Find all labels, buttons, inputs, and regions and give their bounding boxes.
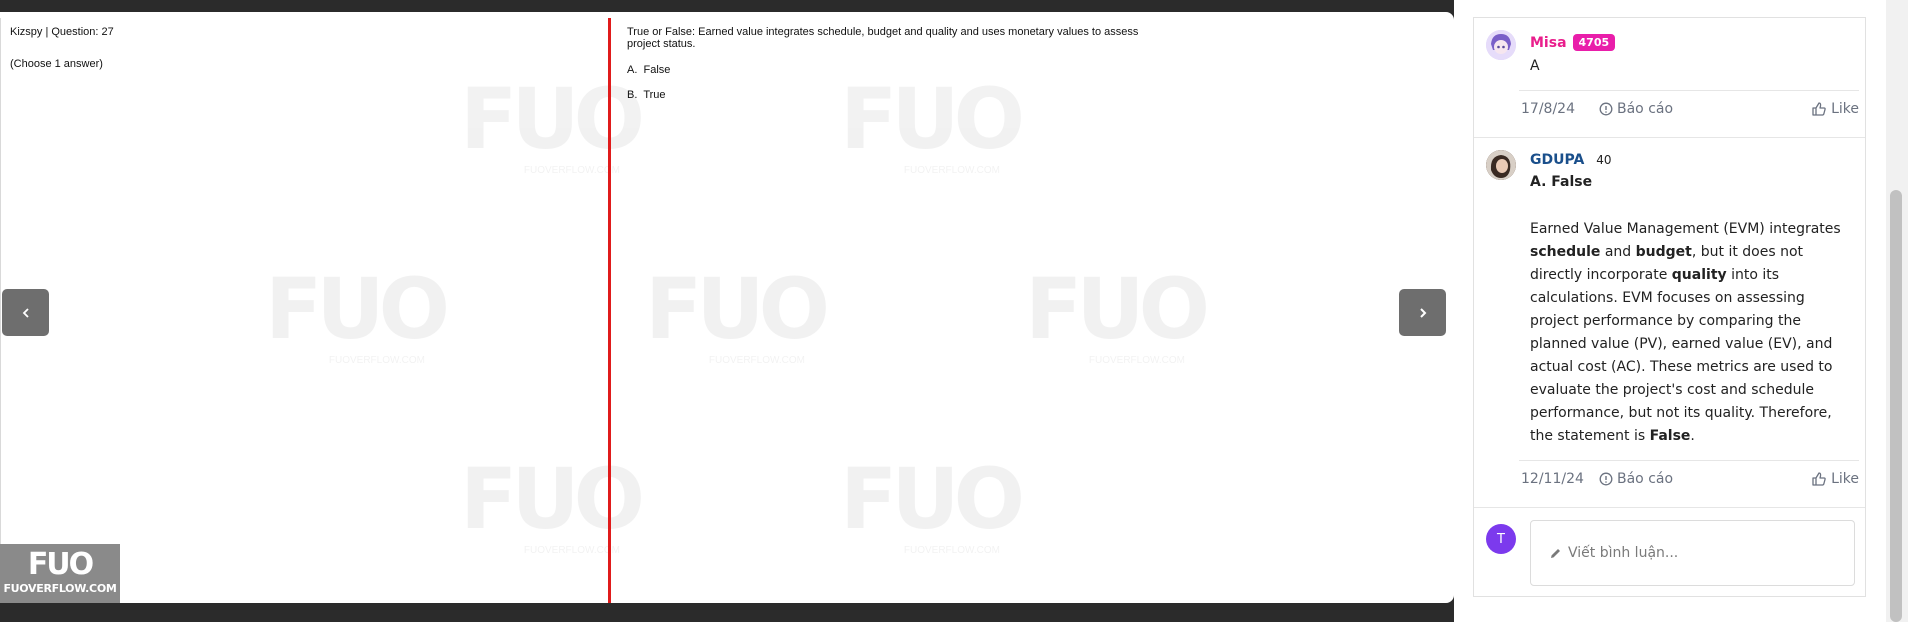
comment-body: A: [1530, 58, 1540, 74]
reputation-badge: 4705: [1572, 34, 1616, 51]
pencil-icon: [1551, 548, 1560, 558]
like-button[interactable]: Like: [1811, 101, 1859, 117]
question-meta-pane: Kizspy | Question: 27 (Choose 1 answer): [0, 18, 608, 603]
comment-input[interactable]: Viết bình luận...: [1530, 520, 1855, 586]
comment-item: GDUPA 40 A. False Earned Value Managemen…: [1474, 138, 1865, 508]
option-a: A. False: [627, 64, 670, 76]
fuoverflow-logo: FUO FUOVERFLOW.COM: [0, 544, 120, 603]
chevron-right-icon: [1419, 307, 1426, 318]
question-content-pane: True or False: Earned value integrates s…: [611, 18, 1454, 603]
previous-question-button[interactable]: [2, 289, 49, 336]
new-comment-area: T Viết bình luận...: [1474, 508, 1865, 598]
report-button[interactable]: Báo cáo: [1599, 101, 1673, 117]
option-b: B. True: [627, 89, 666, 101]
comment-explanation: Earned Value Management (EVM) integrates…: [1530, 221, 1841, 444]
viewer-bottom-bar: [0, 603, 1454, 622]
comment-placeholder: Viết bình luận...: [1568, 545, 1679, 561]
avatar: [1486, 30, 1516, 60]
comment-item: Misa 4705 A 17/8/24 Báo cáo Like: [1474, 18, 1865, 138]
avatar: [1486, 150, 1516, 180]
question-header: Kizspy | Question: 27: [10, 26, 114, 38]
exam-viewer: FUO FUOVERFLOW.COM FUO FUOVERFLOW.COM FUO F…: [0, 0, 1454, 622]
report-button[interactable]: Báo cáo: [1599, 471, 1673, 487]
info-circle-icon: [1599, 102, 1613, 115]
next-question-button[interactable]: [1399, 289, 1446, 336]
author-score: 40: [1596, 153, 1612, 167]
comment-meta: 17/8/24 Báo cáo Like: [1519, 90, 1859, 126]
thumbs-up-icon: [1812, 101, 1826, 116]
option-b-label: B.: [627, 89, 638, 101]
comment-answer: A. False: [1530, 174, 1593, 190]
current-user-avatar: T: [1486, 524, 1516, 554]
question-text: True or False: Earned value integrates s…: [627, 26, 1139, 50]
choose-hint: (Choose 1 answer): [10, 58, 103, 70]
author-line: GDUPA 40: [1530, 152, 1612, 168]
like-label: Like: [1831, 100, 1859, 117]
exam-page: FUO FUOVERFLOW.COM FUO FUOVERFLOW.COM FUO F…: [0, 12, 1454, 603]
scrollbar-thumb[interactable]: [1890, 190, 1902, 622]
viewer-top-bar: [0, 0, 1454, 12]
author-name[interactable]: GDUPA: [1530, 152, 1584, 168]
report-label: Báo cáo: [1617, 470, 1674, 487]
like-button[interactable]: Like: [1811, 471, 1859, 487]
comments-panel: Misa 4705 A 17/8/24 Báo cáo Like GDUPA 4…: [1473, 17, 1866, 597]
option-a-label: A.: [627, 64, 638, 76]
comment-date: 17/8/24: [1521, 100, 1575, 117]
option-a-text: False: [643, 64, 671, 76]
info-circle-icon: [1599, 472, 1613, 485]
chevron-left-icon: [22, 307, 29, 318]
author-name[interactable]: Misa: [1530, 35, 1567, 51]
option-b-text: True: [643, 89, 666, 101]
comment-meta: 12/11/24 Báo cáo Like: [1519, 460, 1859, 496]
thumbs-up-icon: [1812, 471, 1826, 486]
author-line: Misa 4705: [1530, 34, 1616, 51]
like-label: Like: [1831, 470, 1859, 487]
report-label: Báo cáo: [1617, 100, 1674, 117]
comment-date: 12/11/24: [1521, 470, 1584, 487]
